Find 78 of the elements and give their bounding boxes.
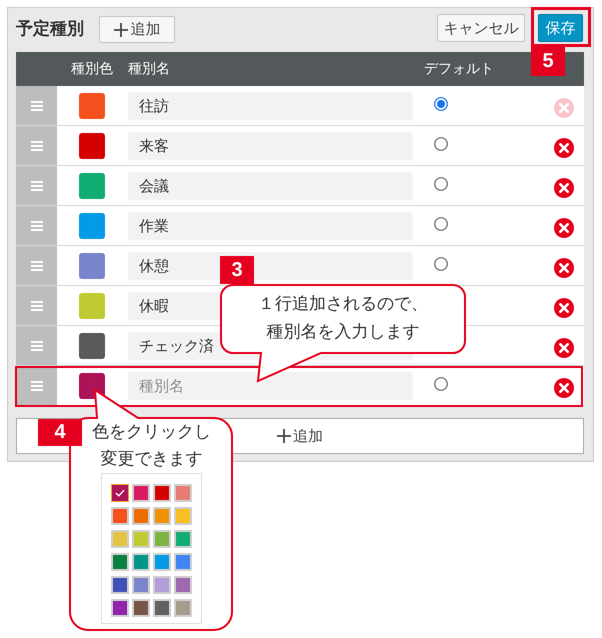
color-swatch[interactable] bbox=[79, 332, 105, 358]
menu-icon bbox=[30, 300, 42, 310]
radio-button[interactable] bbox=[434, 136, 448, 150]
color-swatch[interactable] bbox=[174, 530, 192, 548]
color-swatch[interactable] bbox=[111, 599, 129, 617]
radio-button[interactable] bbox=[434, 216, 448, 230]
color-swatch[interactable] bbox=[79, 172, 105, 198]
plus-icon bbox=[277, 429, 291, 443]
radio-button[interactable] bbox=[434, 376, 448, 390]
column-header: デフォルト bbox=[423, 60, 495, 78]
color-swatch[interactable] bbox=[174, 484, 192, 502]
drag-handle[interactable] bbox=[16, 126, 57, 165]
check-icon bbox=[115, 489, 125, 497]
panel-title: 予定種別 bbox=[16, 18, 84, 40]
radio-button[interactable] bbox=[434, 256, 448, 270]
callout-text: １行追加されるので、種別名を入力します bbox=[256, 293, 429, 344]
menu-icon bbox=[30, 140, 42, 150]
step-badge: 5 bbox=[531, 47, 565, 76]
name-field[interactable]: 来客 bbox=[128, 132, 413, 160]
add-button[interactable]: 追加 bbox=[99, 16, 175, 43]
drag-handle[interactable] bbox=[16, 246, 57, 285]
color-swatch[interactable] bbox=[79, 372, 105, 398]
menu-icon bbox=[30, 180, 42, 190]
step-badge: 3 bbox=[220, 256, 254, 284]
color-swatch[interactable] bbox=[132, 530, 150, 548]
menu-icon bbox=[30, 340, 42, 350]
drag-handle[interactable] bbox=[16, 166, 57, 205]
color-swatch[interactable] bbox=[174, 507, 192, 525]
column-header: 種別名 bbox=[127, 60, 171, 78]
name-field[interactable]: 作業 bbox=[128, 212, 413, 240]
color-swatch[interactable] bbox=[111, 484, 129, 502]
color-swatch[interactable] bbox=[111, 530, 129, 548]
color-swatch[interactable] bbox=[153, 576, 171, 594]
color-swatch[interactable] bbox=[174, 576, 192, 594]
delete-icon[interactable] bbox=[554, 218, 574, 238]
color-swatch[interactable] bbox=[132, 553, 150, 571]
color-swatch[interactable] bbox=[79, 132, 105, 158]
menu-icon bbox=[30, 260, 42, 270]
step-badge: 4 bbox=[38, 419, 82, 446]
color-swatch[interactable] bbox=[79, 92, 105, 118]
color-swatch[interactable] bbox=[153, 530, 171, 548]
name-field[interactable]: 往訪 bbox=[128, 92, 413, 120]
drag-handle[interactable] bbox=[16, 286, 57, 325]
menu-icon bbox=[30, 100, 42, 110]
color-swatch[interactable] bbox=[153, 553, 171, 571]
color-swatch[interactable] bbox=[132, 484, 150, 502]
plus-icon bbox=[114, 22, 128, 36]
color-swatch[interactable] bbox=[111, 553, 129, 571]
color-swatch[interactable] bbox=[79, 252, 105, 278]
delete-icon[interactable] bbox=[554, 298, 574, 318]
color-swatch[interactable] bbox=[174, 599, 192, 617]
drag-handle[interactable] bbox=[16, 86, 57, 125]
color-swatch[interactable] bbox=[174, 553, 192, 571]
cancel-button[interactable]: キャンセル bbox=[437, 14, 525, 42]
radio-button[interactable] bbox=[434, 96, 448, 110]
delete-icon[interactable] bbox=[554, 138, 574, 158]
drag-handle[interactable] bbox=[16, 206, 57, 245]
menu-icon bbox=[30, 380, 42, 390]
radio-button[interactable] bbox=[434, 176, 448, 190]
color-swatch[interactable] bbox=[132, 507, 150, 525]
color-swatch[interactable] bbox=[111, 507, 129, 525]
color-swatch[interactable] bbox=[132, 599, 150, 617]
drag-handle[interactable] bbox=[16, 326, 57, 365]
name-field[interactable]: 会議 bbox=[128, 172, 413, 200]
color-swatch[interactable] bbox=[79, 292, 105, 318]
delete-icon[interactable] bbox=[554, 258, 574, 278]
color-swatch[interactable] bbox=[79, 212, 105, 238]
menu-icon bbox=[30, 220, 42, 230]
delete-icon[interactable] bbox=[554, 378, 574, 398]
color-swatch[interactable] bbox=[153, 507, 171, 525]
column-header: 種別色 bbox=[70, 60, 114, 78]
color-swatch[interactable] bbox=[153, 484, 171, 502]
color-swatch[interactable] bbox=[111, 576, 129, 594]
color-swatch[interactable] bbox=[153, 599, 171, 617]
color-swatch[interactable] bbox=[132, 576, 150, 594]
drag-handle[interactable] bbox=[16, 366, 57, 405]
delete-icon[interactable] bbox=[554, 338, 574, 358]
delete-icon[interactable] bbox=[554, 178, 574, 198]
